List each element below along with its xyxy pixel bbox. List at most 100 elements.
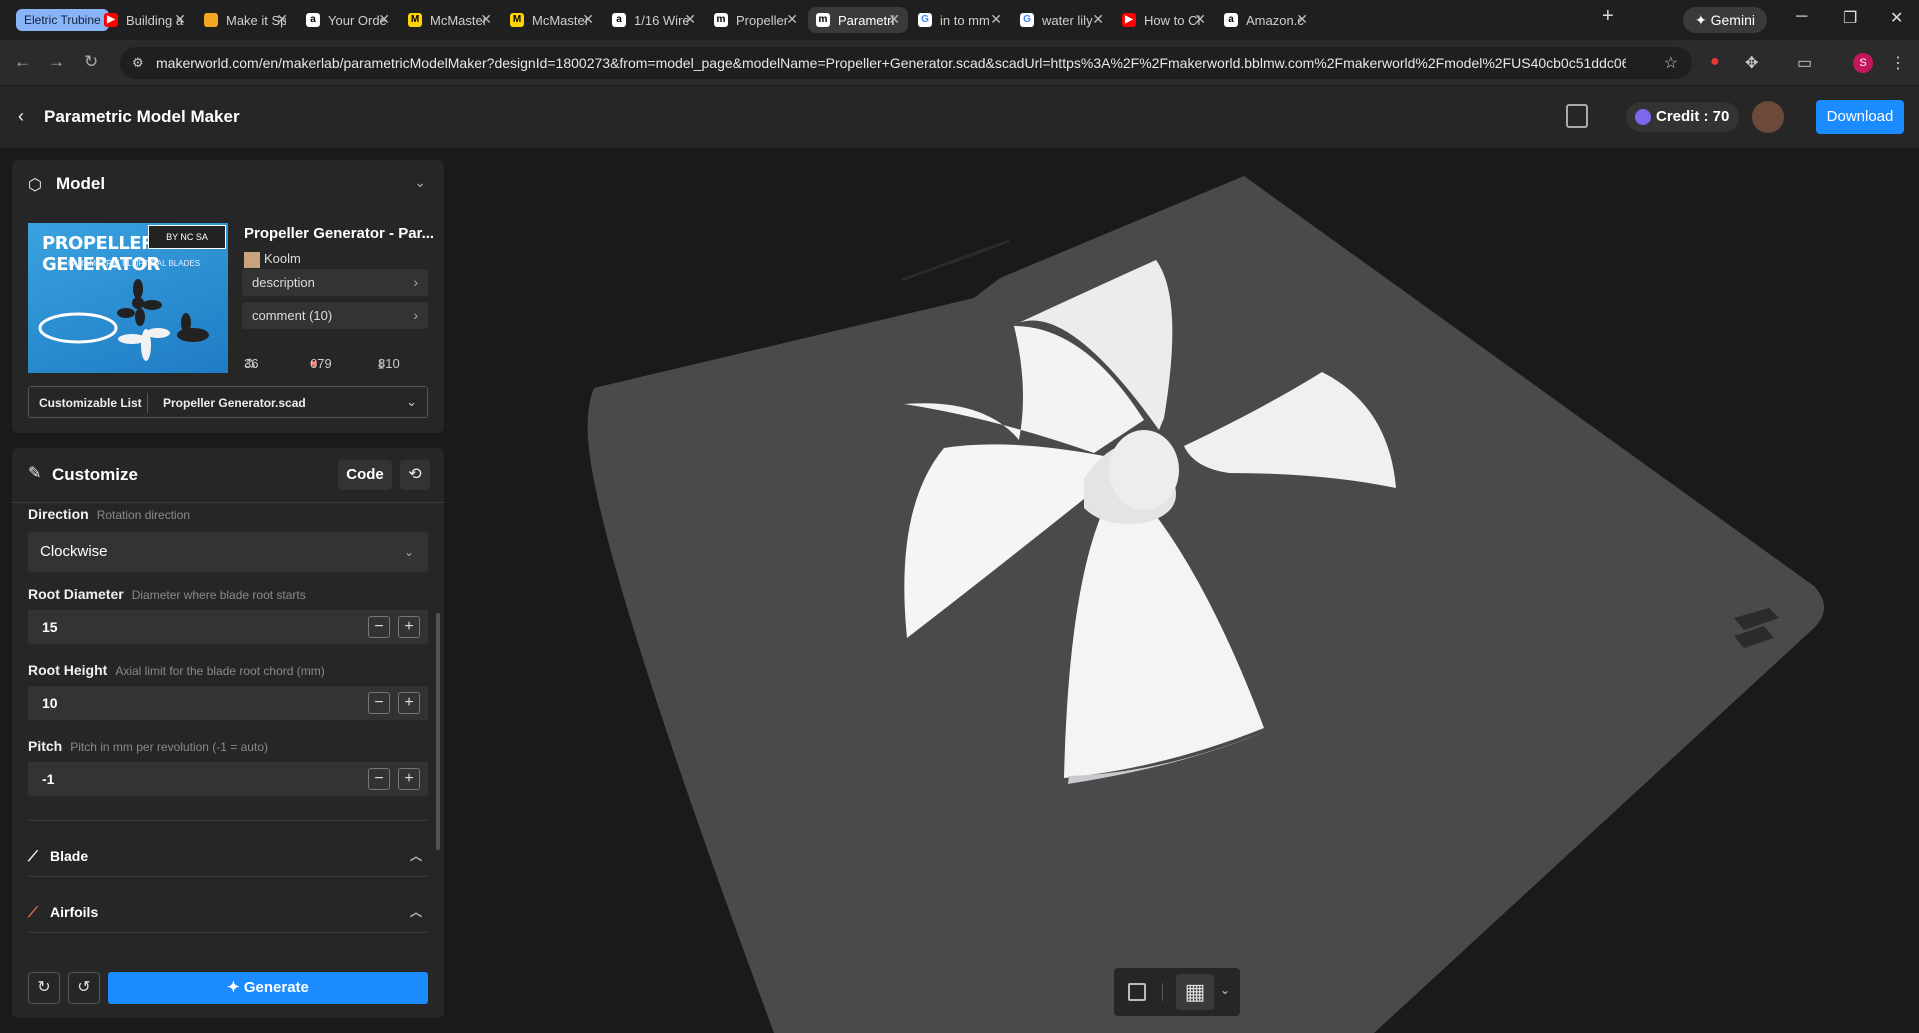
close-icon[interactable]: ✕ (990, 11, 1002, 28)
chevron-down-icon[interactable]: ⌄ (414, 174, 426, 191)
blade-icon: ⟋ (28, 848, 38, 864)
browser-tab-active[interactable]: m Parametri ✕ (808, 7, 908, 33)
browser-tab[interactable]: ▶ Building a ✕ (96, 7, 194, 33)
back-icon[interactable]: ← (14, 52, 31, 72)
close-icon[interactable]: ✕ (480, 11, 492, 28)
new-tab-button[interactable]: + (1602, 6, 1614, 26)
decrement-button[interactable]: − (368, 692, 390, 714)
increment-button[interactable]: + (398, 768, 420, 790)
browser-tab[interactable]: M McMaster ✕ (400, 7, 500, 33)
tab-group-label[interactable]: Eletric Trubine (16, 9, 109, 31)
browser-tab[interactable]: a Amazon.c ✕ (1216, 7, 1316, 33)
close-icon[interactable]: ✕ (1296, 11, 1308, 28)
makerworld-icon: m (714, 13, 728, 27)
grid-icon[interactable]: ▦ (1176, 974, 1214, 1010)
increment-button[interactable]: + (398, 616, 420, 638)
menu-icon[interactable]: ⋮ (1890, 53, 1906, 73)
viewport-toolbar: ▦ ⌄ (1114, 968, 1240, 1016)
amazon-icon: a (1224, 13, 1238, 27)
page-title: Parametric Model Maker (44, 107, 240, 126)
browser-tab[interactable]: Gwater lily ✕ (1012, 7, 1112, 33)
comment-link[interactable]: comment (10) › (242, 302, 428, 329)
chevron-down-icon[interactable]: ⌄ (1220, 983, 1230, 997)
reload-icon[interactable]: ↻ (84, 52, 98, 72)
address-bar[interactable]: ⚙ makerworld.com/en/makerlab/parametricM… (120, 47, 1692, 79)
generate-button[interactable]: ✦ Generate (108, 972, 428, 1004)
chevron-right-icon: › (413, 307, 418, 323)
url-text[interactable]: makerworld.com/en/makerlab/parametricMod… (156, 55, 1626, 71)
extension-icon[interactable]: ● (1710, 53, 1720, 71)
divider (147, 393, 148, 413)
code-button[interactable]: Code (338, 460, 392, 490)
description-link[interactable]: description › (242, 269, 428, 296)
close-icon[interactable]: ✕ (1092, 11, 1104, 28)
close-icon[interactable]: ✕ (786, 11, 798, 28)
customizable-list-select[interactable]: Customizable List Propeller Generator.sc… (28, 386, 428, 418)
google-icon: G (1020, 13, 1034, 27)
pitch-label: Pitch Pitch in mm per revolution (-1 = au… (28, 738, 268, 754)
airfoils-group-header[interactable]: ⟋ Airfoils ︿ (28, 892, 428, 932)
avatar[interactable] (1752, 101, 1784, 133)
browser-tab[interactable]: a Your Orde ✕ (298, 7, 398, 33)
site-info-icon[interactable]: ⚙ (132, 55, 144, 71)
decrement-button[interactable]: − (368, 768, 390, 790)
blade-group-header[interactable]: ⟋ Blade ︿ (28, 836, 428, 876)
document-icon[interactable] (1566, 104, 1588, 128)
extensions-puzzle-icon[interactable]: ✥ (1745, 53, 1758, 73)
plate-slot (901, 239, 1010, 282)
tab-strip: Eletric Trubine ▶ Building a ✕ Make it Sp ✕… (10, 5, 1650, 35)
root-diameter-input[interactable]: 15− + (28, 610, 428, 644)
profile-avatar[interactable]: S (1853, 53, 1873, 73)
build-plate-scene[interactable] (444, 148, 1919, 1033)
decrement-button[interactable]: − (368, 616, 390, 638)
increment-button[interactable]: + (398, 692, 420, 714)
reset-icon[interactable]: ↺ (68, 972, 100, 1004)
forward-icon[interactable]: → (48, 52, 65, 72)
direction-select[interactable]: Clockwise ⌄ (28, 532, 428, 572)
root-height-label: Root Height Axial limit for the blade roo… (28, 662, 325, 678)
thumbnail-propellers (38, 279, 209, 361)
chevron-up-icon: ︿ (409, 849, 422, 863)
browser-tab[interactable]: Gin to mm ✕ (910, 7, 1010, 33)
browser-tab-bar: Eletric Trubine ▶ Building a ✕ Make it Sp ✕… (0, 0, 1919, 40)
browser-tab[interactable]: Make it Sp ✕ (196, 7, 296, 33)
model-thumbnail[interactable]: PROPELLER GENERATOR PARAMETRIC ELLIPTICA… (28, 223, 228, 373)
close-icon[interactable]: ✕ (174, 11, 186, 28)
makerworld-icon: m (816, 13, 830, 27)
browser-tab[interactable]: a 1/16 Wire ✕ (604, 7, 704, 33)
gemini-button[interactable]: ✦ Gemini (1683, 7, 1767, 33)
3d-viewport[interactable]: ▦ ⌄ (444, 148, 1919, 1033)
close-icon[interactable]: ✕ (1194, 11, 1206, 28)
customize-title: Customize (52, 465, 138, 484)
history-icon[interactable]: ⟲ (400, 460, 430, 490)
restore-icon[interactable]: ❐ (1843, 8, 1857, 28)
customize-icon: ✎ (28, 465, 42, 482)
credit-badge[interactable]: Credit : 70 (1626, 102, 1740, 132)
bookmark-star-icon[interactable]: ☆ (1664, 53, 1678, 73)
root-diameter-label: Root Diameter Diameter where blade root s… (28, 586, 306, 602)
minimize-icon[interactable]: ─ (1796, 8, 1807, 26)
scrollbar[interactable] (436, 613, 440, 850)
close-icon[interactable]: ✕ (684, 11, 696, 28)
side-panel-icon[interactable]: ▭ (1797, 53, 1812, 73)
model-author[interactable]: Koolm (244, 251, 301, 268)
close-icon[interactable]: ✕ (378, 11, 390, 28)
root-height-input[interactable]: 10− + (28, 686, 428, 720)
browser-tab[interactable]: ▶ How to Cl ✕ (1114, 7, 1214, 33)
fit-view-icon[interactable] (1128, 983, 1146, 1001)
close-icon[interactable]: ✕ (582, 11, 594, 28)
divider (12, 502, 444, 503)
back-arrow-icon[interactable]: ‹ (18, 106, 24, 127)
close-icon[interactable]: ✕ (888, 11, 900, 28)
browser-tab[interactable]: m Propeller ✕ (706, 7, 806, 33)
youtube-icon: ▶ (104, 13, 118, 27)
airfoil-icon: ⟋ (28, 904, 38, 920)
browser-tab[interactable]: M McMaster ✕ (502, 7, 602, 33)
model-name[interactable]: Propeller Generator - Par... (244, 225, 434, 242)
download-button[interactable]: Download (1816, 100, 1904, 134)
refresh-icon[interactable]: ↻ (28, 972, 60, 1004)
close-icon[interactable]: ✕ (276, 11, 288, 28)
close-window-icon[interactable]: ✕ (1890, 8, 1903, 28)
divider (28, 932, 428, 933)
pitch-input[interactable]: -1− + (28, 762, 428, 796)
